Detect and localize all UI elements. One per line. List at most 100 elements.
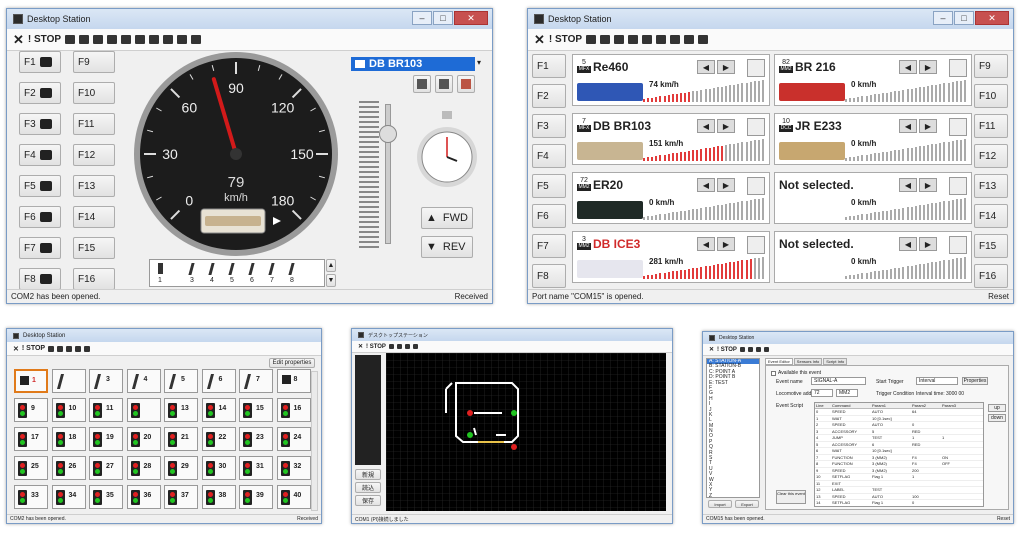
loco-select-button[interactable]: [949, 236, 967, 254]
accessory-tile[interactable]: 29: [164, 456, 198, 480]
reverse-arrow-icon[interactable]: ◀: [697, 60, 715, 74]
event-list-item[interactable]: Z: [707, 493, 759, 497]
accessory-tile[interactable]: 25: [14, 456, 48, 480]
rev-button[interactable]: ▼ REV: [421, 236, 473, 258]
accessory-tile[interactable]: [51, 369, 86, 393]
signal-icon[interactable]: [158, 263, 163, 274]
close-icon[interactable]: ✕: [13, 32, 24, 48]
close-icon[interactable]: ✕: [534, 32, 545, 48]
grid-icon[interactable]: [763, 347, 769, 352]
scroll-up-button[interactable]: ▲: [326, 259, 336, 272]
properties-button[interactable]: Properties: [962, 377, 988, 385]
loco-select-button[interactable]: [949, 118, 967, 136]
accessory-tile[interactable]: 17: [14, 427, 48, 451]
grid-icon[interactable]: [412, 344, 418, 349]
layout-icon[interactable]: [404, 344, 410, 349]
list-icon[interactable]: [135, 35, 146, 44]
accessory-tile[interactable]: 40: [276, 485, 311, 509]
function-button-f6[interactable]: F6: [532, 204, 566, 228]
grid-icon[interactable]: [670, 35, 681, 44]
accessory-tile[interactable]: 26: [51, 456, 86, 480]
event-tab[interactable]: Event Editor: [765, 358, 793, 365]
close-window-button[interactable]: ✕: [975, 11, 1009, 25]
track-layout-canvas[interactable]: [386, 353, 666, 511]
accessory-tile[interactable]: 38: [201, 485, 236, 509]
function-button-f7[interactable]: F7: [532, 234, 566, 258]
function-button-f16[interactable]: F16: [974, 264, 1008, 288]
accessory-tile[interactable]: [126, 398, 161, 422]
stop-button[interactable]: ! STOP: [28, 34, 61, 45]
loco-panel[interactable]: Not selected. ◀ ▶ 0 km/h: [774, 231, 972, 283]
switch-icon[interactable]: [396, 344, 402, 349]
monitor-icon[interactable]: [177, 35, 188, 44]
loco-select-button[interactable]: [747, 118, 765, 136]
turnout-icon[interactable]: [288, 263, 295, 275]
wrench-icon[interactable]: [191, 35, 202, 44]
maximize-button[interactable]: □: [954, 11, 974, 25]
function-button-f1[interactable]: F1: [19, 51, 61, 73]
accessory-tile[interactable]: 24: [276, 427, 311, 451]
forward-arrow-icon[interactable]: ▶: [919, 60, 937, 74]
accessory-tile[interactable]: 28: [126, 456, 161, 480]
accessory-tile[interactable]: 36: [126, 485, 161, 509]
side-button[interactable]: 新規: [355, 469, 381, 480]
minimize-button[interactable]: –: [412, 11, 432, 25]
accessory-tile[interactable]: 14: [201, 398, 236, 422]
scrollbar[interactable]: [311, 371, 318, 511]
loco-image-button[interactable]: [457, 75, 475, 93]
layout-icon[interactable]: [107, 35, 118, 44]
function-button-f8[interactable]: F8: [19, 268, 61, 290]
wrench-icon[interactable]: [698, 35, 709, 44]
accessory-tile[interactable]: 16: [276, 398, 311, 422]
clear-event-button[interactable]: Clear this event: [776, 490, 806, 504]
track-palette[interactable]: [355, 355, 381, 465]
close-icon[interactable]: ✕: [13, 345, 19, 353]
accessory-tile[interactable]: 19: [89, 427, 123, 451]
forward-arrow-icon[interactable]: ▶: [717, 119, 735, 133]
layout-icon[interactable]: [628, 35, 639, 44]
ev-icon[interactable]: [149, 35, 160, 44]
accessory-tile[interactable]: 6: [201, 369, 236, 393]
accessory-tile[interactable]: 39: [239, 485, 273, 509]
turnout-icon[interactable]: [208, 263, 215, 275]
switch-icon[interactable]: [614, 35, 625, 44]
accessory-tile[interactable]: 4: [126, 369, 161, 393]
accessory-tile[interactable]: 11: [89, 398, 123, 422]
reverse-arrow-icon[interactable]: ◀: [697, 119, 715, 133]
fwd-button[interactable]: ▲ FWD: [421, 207, 473, 229]
stop-button[interactable]: ! STOP: [366, 344, 386, 350]
function-button-f14[interactable]: F14: [974, 204, 1008, 228]
turnout-icon[interactable]: [188, 263, 195, 275]
signal-red[interactable]: [467, 410, 473, 416]
function-button-f3[interactable]: F3: [19, 113, 61, 135]
accessory-tile[interactable]: 5: [164, 369, 198, 393]
maximize-button[interactable]: □: [433, 11, 453, 25]
event-tab[interactable]: Script Info: [823, 358, 848, 365]
list-icon[interactable]: [656, 35, 667, 44]
s88-icon[interactable]: [642, 35, 653, 44]
switch-icon[interactable]: [57, 345, 64, 352]
stop-button[interactable]: ! STOP: [717, 347, 737, 353]
function-button-f15[interactable]: F15: [73, 237, 115, 259]
stop-button[interactable]: ! STOP: [549, 34, 582, 45]
accessory-tile[interactable]: 34: [51, 485, 86, 509]
function-button-f13[interactable]: F13: [73, 175, 115, 197]
forward-arrow-icon[interactable]: ▶: [717, 237, 735, 251]
side-button[interactable]: 保存: [355, 495, 381, 506]
chevron-down-icon[interactable]: ▾: [477, 58, 481, 67]
function-button-f10[interactable]: F10: [974, 84, 1008, 108]
function-button-f7[interactable]: F7: [19, 237, 61, 259]
forward-arrow-icon[interactable]: ▶: [919, 237, 937, 251]
signal-green[interactable]: [467, 432, 473, 438]
function-button-f4[interactable]: F4: [532, 144, 566, 168]
monitor-icon[interactable]: [684, 35, 695, 44]
close-icon[interactable]: ✕: [358, 343, 363, 350]
reverse-arrow-icon[interactable]: ◀: [899, 119, 917, 133]
accessory-tile[interactable]: 35: [89, 485, 123, 509]
forward-arrow-icon[interactable]: ▶: [717, 60, 735, 74]
import-button[interactable]: Import: [708, 500, 732, 508]
cab-icon[interactable]: [388, 344, 394, 349]
signal-red[interactable]: [511, 444, 517, 450]
accessory-tile[interactable]: 13: [164, 398, 198, 422]
cab-icon[interactable]: [739, 347, 745, 352]
